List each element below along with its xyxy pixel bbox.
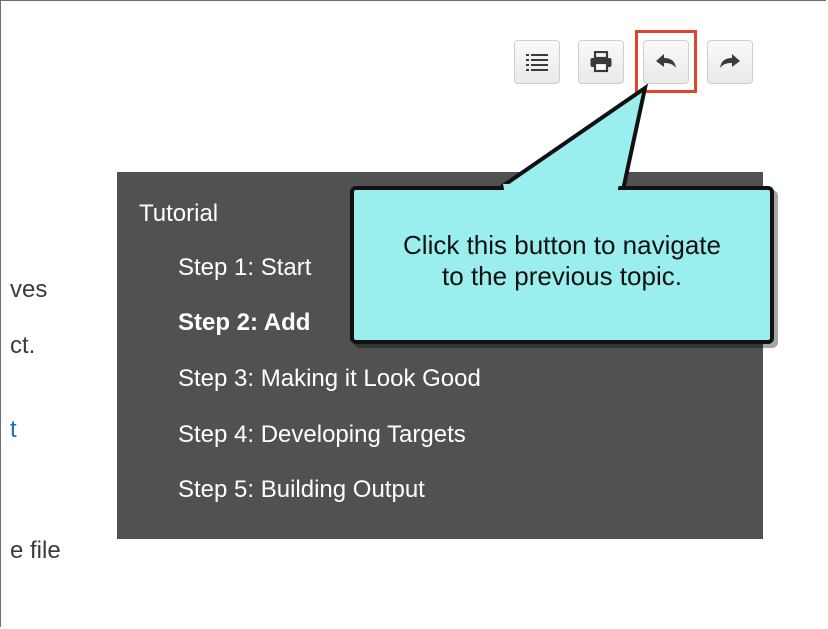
toc-item[interactable]: Step 3: Making it Look Good — [178, 365, 481, 393]
toc-item[interactable]: Step 4: Developing Targets — [178, 421, 466, 449]
highlight-box — [635, 30, 697, 93]
toc-item[interactable]: Step 5: Building Output — [178, 476, 425, 504]
toc-item[interactable]: Step 1: Start — [178, 254, 311, 282]
body-text-fragment: ct. — [10, 332, 36, 359]
list-icon — [526, 54, 548, 71]
toc-button[interactable] — [514, 40, 560, 84]
callout-box: Click this button to navigate to the pre… — [350, 186, 774, 344]
toc-item-active[interactable]: Step 2: Add — [178, 309, 310, 337]
body-text-fragment: e file — [10, 537, 61, 564]
next-topic-button[interactable] — [707, 40, 753, 84]
body-link-fragment[interactable]: t — [10, 416, 17, 444]
arrow-right-icon — [720, 54, 740, 68]
printer-icon — [590, 51, 612, 73]
toc-title: Tutorial — [139, 200, 219, 227]
print-button[interactable] — [578, 40, 624, 84]
body-text-fragment: ves — [10, 276, 48, 303]
callout-text: Click this button to navigate to the pre… — [403, 230, 721, 291]
